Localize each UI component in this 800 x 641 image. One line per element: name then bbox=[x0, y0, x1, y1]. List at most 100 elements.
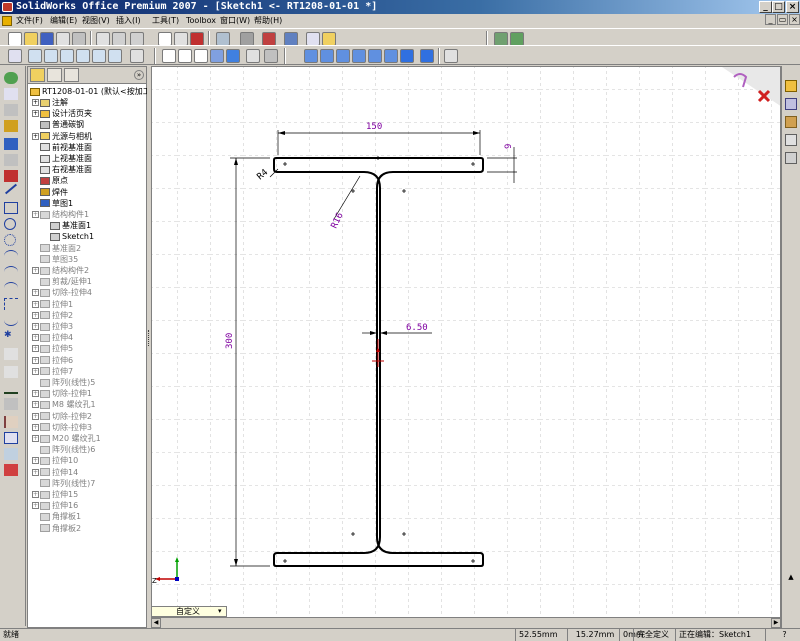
shaded-edges-icon[interactable] bbox=[210, 49, 224, 63]
front-view-icon[interactable] bbox=[304, 49, 318, 63]
tree-item[interactable]: + 注解 bbox=[32, 97, 68, 108]
minimize-button[interactable]: _ bbox=[759, 1, 772, 13]
pan-icon[interactable] bbox=[108, 49, 122, 63]
toolbox-icon[interactable] bbox=[510, 32, 524, 46]
zoom-in-out-icon[interactable] bbox=[60, 49, 74, 63]
tree-root[interactable]: RT1208-01-01 (默认<按加工>) bbox=[30, 86, 161, 97]
expand-toggle-icon[interactable]: + bbox=[32, 423, 39, 431]
tree-item[interactable]: 上视基准面 bbox=[32, 153, 92, 164]
zoom-area-icon[interactable] bbox=[44, 49, 58, 63]
undo-icon[interactable] bbox=[112, 32, 126, 46]
tree-item[interactable]: + 切除-拉伸3 bbox=[32, 422, 92, 433]
tree-item[interactable]: + M20 螺纹孔1 bbox=[32, 433, 101, 444]
tree-item[interactable]: 草图35 bbox=[32, 254, 78, 265]
polygon-icon[interactable] bbox=[4, 234, 16, 246]
shaded-icon[interactable] bbox=[226, 49, 240, 63]
tree-item[interactable]: 阵列(线性)7 bbox=[32, 478, 95, 489]
expand-toggle-icon[interactable]: + bbox=[32, 99, 39, 106]
zoom-fit-icon[interactable] bbox=[28, 49, 42, 63]
trim-icon[interactable] bbox=[4, 398, 18, 410]
web-thickness-dimension[interactable]: 6.50 bbox=[406, 323, 428, 333]
maximize-button[interactable]: □ bbox=[772, 1, 785, 13]
centerpoint-arc-icon[interactable] bbox=[4, 250, 18, 262]
traffic-light-icon[interactable] bbox=[190, 32, 204, 46]
options-dropdown-icon[interactable] bbox=[240, 32, 254, 46]
realview-icon[interactable] bbox=[264, 49, 278, 63]
expand-toggle-icon[interactable]: + bbox=[32, 311, 39, 319]
tree-item[interactable]: + 拉伸14 bbox=[32, 467, 78, 478]
close-button[interactable]: × bbox=[786, 1, 799, 13]
isometric-view-icon[interactable] bbox=[400, 49, 414, 63]
rotate-view-icon[interactable] bbox=[92, 49, 106, 63]
tree-item[interactable]: + M8 螺纹孔1 bbox=[32, 399, 96, 410]
expand-panel-icon[interactable]: » bbox=[134, 70, 144, 80]
tree-item[interactable]: 基准面2 bbox=[32, 243, 81, 254]
move-entities-icon[interactable] bbox=[4, 448, 18, 460]
convert-entities-icon[interactable] bbox=[4, 416, 18, 428]
configuration-manager-tab-icon[interactable] bbox=[64, 68, 79, 82]
tree-item[interactable]: 基准面1 bbox=[42, 220, 91, 231]
menu-insert[interactable]: 插入(I) bbox=[114, 14, 143, 28]
tree-item[interactable]: + 拉伸4 bbox=[32, 332, 73, 343]
expand-toggle-icon[interactable]: + bbox=[32, 435, 39, 442]
smart-dimension-icon[interactable] bbox=[4, 154, 18, 166]
menu-tools[interactable]: 工具(T) bbox=[150, 14, 181, 28]
design-library-tab-icon[interactable] bbox=[785, 98, 797, 110]
zoom-selection-icon[interactable] bbox=[76, 49, 90, 63]
section-view-icon[interactable] bbox=[246, 49, 260, 63]
hidden-lines-visible-icon[interactable] bbox=[178, 49, 192, 63]
sketch-icon[interactable] bbox=[4, 138, 18, 150]
centerline-icon[interactable] bbox=[4, 298, 18, 310]
fillet-icon[interactable] bbox=[4, 348, 18, 360]
tree-item[interactable]: 角撑板2 bbox=[32, 523, 81, 534]
tree-item[interactable]: 阵列(线性)5 bbox=[32, 377, 95, 388]
tree-item[interactable]: + 光源与相机 bbox=[32, 131, 92, 142]
options-icon[interactable] bbox=[216, 32, 230, 46]
menu-file[interactable]: 文件(F) bbox=[14, 14, 45, 28]
expand-toggle-icon[interactable]: + bbox=[32, 468, 39, 476]
tree-item[interactable]: 草图1 bbox=[32, 198, 73, 209]
expand-toggle-icon[interactable]: + bbox=[32, 401, 39, 409]
doc-restore-button[interactable]: ▭ bbox=[777, 14, 788, 25]
tree-item[interactable]: + 结构构件1 bbox=[32, 209, 89, 220]
expand-toggle-icon[interactable]: + bbox=[32, 323, 39, 330]
tree-item[interactable]: + 设计活页夹 bbox=[32, 108, 92, 119]
tree-item[interactable]: Sketch1 bbox=[42, 231, 94, 242]
tree-item[interactable]: 阵列(线性)6 bbox=[32, 444, 95, 455]
evaluate-tab-icon[interactable] bbox=[4, 104, 18, 116]
back-view-icon[interactable] bbox=[320, 49, 334, 63]
offset-icon[interactable] bbox=[4, 366, 18, 378]
expand-toggle-icon[interactable]: + bbox=[32, 132, 39, 140]
search-tab-icon[interactable] bbox=[785, 134, 797, 146]
top-view-icon[interactable] bbox=[368, 49, 382, 63]
plugin-icon[interactable] bbox=[494, 32, 508, 46]
doc-minimize-button[interactable]: _ bbox=[765, 14, 776, 25]
resources-tab-icon[interactable] bbox=[785, 80, 797, 92]
tree-item[interactable]: + 切除-拉伸4 bbox=[32, 287, 92, 298]
open-file-icon[interactable] bbox=[24, 32, 38, 46]
property-manager-tab-icon[interactable] bbox=[47, 68, 62, 82]
expand-toggle-icon[interactable]: + bbox=[32, 300, 39, 308]
tree-item[interactable]: + 拉伸15 bbox=[32, 489, 78, 500]
solidworks-app-icon[interactable] bbox=[2, 2, 13, 12]
line-icon[interactable] bbox=[4, 183, 18, 195]
3d-box-icon[interactable] bbox=[262, 32, 276, 46]
tree-item[interactable]: + 拉伸10 bbox=[32, 455, 78, 466]
expand-toggle-icon[interactable]: + bbox=[32, 211, 39, 218]
menu-edit[interactable]: 编辑(E) bbox=[48, 14, 79, 28]
wireframe-icon[interactable] bbox=[162, 49, 176, 63]
menu-window[interactable]: 窗口(W) bbox=[218, 14, 252, 28]
tree-item[interactable]: 普通碳钢 bbox=[32, 119, 84, 130]
graphics-area[interactable]: 150 300 6.50 9 R4 R16 Z bbox=[151, 66, 781, 618]
help-cursor-icon[interactable] bbox=[306, 32, 320, 46]
scroll-left-icon[interactable]: ◀ bbox=[151, 618, 161, 628]
features-tab-icon[interactable] bbox=[4, 72, 18, 84]
expand-toggle-icon[interactable]: + bbox=[32, 367, 39, 375]
status-help-button[interactable]: ? bbox=[765, 629, 800, 641]
view-orientation-icon[interactable] bbox=[130, 49, 144, 63]
menu-view[interactable]: 视图(V) bbox=[80, 14, 112, 28]
tree-item[interactable]: + 拉伸3 bbox=[32, 321, 73, 332]
tree-item[interactable]: + 拉伸7 bbox=[32, 366, 73, 377]
scroll-up-icon[interactable]: ▲ bbox=[785, 572, 797, 582]
tree-item[interactable]: 角撑板1 bbox=[32, 511, 81, 522]
